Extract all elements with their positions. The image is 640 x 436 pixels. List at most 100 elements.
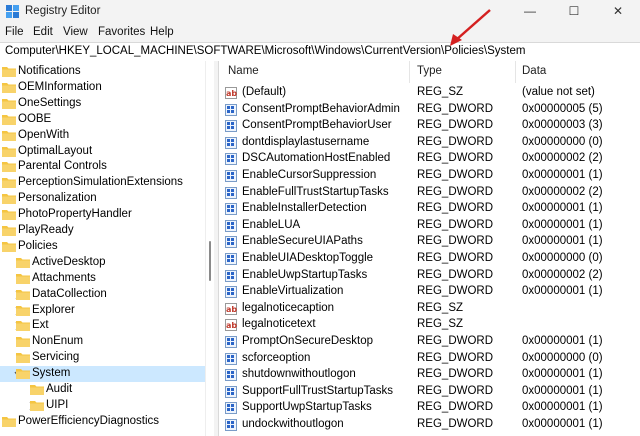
folder-icon — [2, 130, 16, 141]
close-button[interactable]: ✕ — [596, 0, 640, 22]
value-row[interactable]: SupportFullTrustStartupTasks REG_DWORD 0x0… — [219, 384, 640, 401]
binary-value-icon — [225, 136, 237, 149]
tree-item-label: Servicing — [32, 351, 80, 364]
value-row[interactable]: EnableUwpStartupTasks REG_DWORD 0x00000002… — [219, 268, 640, 285]
tree-item-label: OEMInformation — [18, 80, 102, 93]
value-name: SupportUwpStartupTasks — [242, 401, 372, 414]
tree-item[interactable]: Parental Controls — [0, 159, 205, 175]
menu-file[interactable]: File — [5, 26, 24, 38]
menu-edit[interactable]: Edit — [33, 26, 53, 38]
column-data[interactable]: Data — [522, 65, 546, 77]
column-name[interactable]: Name — [228, 65, 259, 77]
tree-item-label: NonEnum — [32, 335, 84, 348]
value-type: REG_DWORD — [417, 285, 494, 298]
folder-icon — [16, 257, 30, 268]
tree-item[interactable]: Servicing — [0, 350, 205, 366]
value-type: REG_SZ — [417, 318, 464, 331]
key-tree[interactable]: Notifications OEMInformation OneSettings OO… — [0, 61, 205, 436]
value-data: 0x00000001 (1) — [522, 384, 603, 397]
address-bar[interactable]: Computer\HKEY_LOCAL_MACHINE\SOFTWARE\Mic… — [0, 42, 640, 62]
value-row[interactable]: PromptOnSecureDesktop REG_DWORD 0x00000001… — [219, 334, 640, 351]
value-row[interactable]: ConsentPromptBehaviorUser REG_DWORD 0x0000… — [219, 118, 640, 135]
tree-item-label: PerceptionSimulationExtensions — [18, 176, 183, 189]
value-row[interactable]: EnableVirtualization REG_DWORD 0x00000001 … — [219, 284, 640, 301]
value-name: legalnoticetext — [242, 318, 316, 331]
value-data: 0x00000001 (1) — [522, 285, 603, 298]
value-row[interactable]: shutdownwithoutlogon REG_DWORD 0x00000001 … — [219, 367, 640, 384]
column-separator[interactable] — [409, 61, 410, 83]
tree-item[interactable]: NonEnum — [0, 334, 205, 350]
tree-item-label: Policies — [18, 239, 58, 252]
value-row[interactable]: SupportUwpStartupTasks REG_DWORD 0x0000000… — [219, 400, 640, 417]
binary-value-icon — [225, 269, 237, 282]
value-row[interactable]: EnableInstallerDetection REG_DWORD 0x00000… — [219, 201, 640, 218]
tree-item[interactable]: Personalization — [0, 191, 205, 207]
value-row[interactable]: EnableLUA REG_DWORD 0x00000001 (1) — [219, 218, 640, 235]
tree-item[interactable]: Attachments — [0, 271, 205, 287]
tree-item[interactable]: OneSettings — [0, 96, 205, 112]
value-data: 0x00000000 (0) — [522, 351, 603, 364]
tree-scrollbar-thumb[interactable] — [209, 241, 211, 281]
tree-item[interactable]: ActiveDesktop — [0, 255, 205, 271]
column-type[interactable]: Type — [417, 65, 442, 77]
tree-item-label: Notifications — [18, 65, 81, 77]
tree-item[interactable]: PerceptionSimulationExtensions — [0, 175, 205, 191]
value-row[interactable]: ab legalnoticetext REG_SZ — [219, 317, 640, 334]
tree-item[interactable]: Ext — [0, 318, 205, 334]
title-bar: Registry Editor — ☐ ✕ — [0, 0, 640, 24]
tree-item[interactable]: OpenWith — [0, 128, 205, 144]
tree-item-label: OpenWith — [18, 128, 70, 141]
value-row[interactable]: dontdisplaylastusername REG_DWORD 0x000000… — [219, 135, 640, 152]
value-data: 0x00000002 (2) — [522, 152, 603, 165]
menu-favorites[interactable]: Favorites — [98, 26, 145, 38]
maximize-button[interactable]: ☐ — [552, 0, 596, 22]
value-row[interactable]: scforceoption REG_DWORD 0x00000000 (0) — [219, 351, 640, 368]
value-type: REG_DWORD — [417, 202, 494, 215]
value-row[interactable]: DSCAutomationHostEnabled REG_DWORD 0x00000… — [219, 151, 640, 168]
tree-item[interactable]: OEMInformation — [0, 80, 205, 96]
tree-item[interactable]: System — [0, 366, 205, 383]
values-list[interactable]: Name Type Data ab (Default) REG_SZ (value n… — [218, 61, 640, 436]
tree-item[interactable]: DataCollection — [0, 287, 205, 303]
tree-item[interactable]: UIPI — [0, 398, 205, 414]
tree-item[interactable]: PhotoPropertyHandler — [0, 207, 205, 223]
tree-item[interactable]: Policies — [0, 239, 205, 255]
tree-item[interactable]: Explorer — [0, 303, 205, 319]
folder-icon — [2, 114, 16, 125]
binary-value-icon — [225, 402, 237, 415]
tree-item[interactable]: PowerEfficiencyDiagnostics — [0, 414, 205, 430]
value-data: 0x00000001 (1) — [522, 218, 603, 231]
value-type: REG_DWORD — [417, 401, 494, 414]
tree-item[interactable]: Audit — [0, 382, 205, 398]
value-name: EnableUIADesktopToggle — [242, 252, 374, 264]
value-row[interactable]: undockwithoutlogon REG_DWORD 0x00000001 (1… — [219, 417, 640, 434]
value-row[interactable]: EnableFullTrustStartupTasks REG_DWORD 0x00… — [219, 185, 640, 202]
column-separator[interactable] — [515, 61, 516, 83]
tree-item[interactable]: PlayReady — [0, 223, 205, 239]
menu-bar: File Edit View Favorites Help — [0, 24, 640, 42]
value-name: DSCAutomationHostEnabled — [242, 152, 391, 165]
value-row[interactable]: EnableCursorSuppression REG_DWORD 0x000000… — [219, 168, 640, 185]
value-row[interactable]: ab legalnoticecaption REG_SZ — [219, 301, 640, 318]
folder-open-icon — [16, 369, 30, 380]
tree-item[interactable]: OOBE — [0, 112, 205, 128]
value-row[interactable]: EnableSecureUIAPaths REG_DWORD 0x00000001 … — [219, 234, 640, 251]
value-row[interactable]: ab (Default) REG_SZ (value not set) — [219, 85, 640, 102]
value-row[interactable]: EnableUIADesktopToggle REG_DWORD 0x0000000… — [219, 251, 640, 268]
value-row[interactable]: ConsentPromptBehaviorAdmin REG_DWORD 0x000… — [219, 102, 640, 119]
string-value-icon: ab — [225, 319, 237, 332]
folder-icon — [16, 353, 30, 364]
menu-view[interactable]: View — [63, 26, 88, 38]
value-type: REG_DWORD — [417, 384, 494, 397]
binary-value-icon — [225, 286, 237, 299]
tree-item[interactable]: OptimalLayout — [0, 144, 205, 160]
minimize-button[interactable]: — — [508, 0, 552, 22]
menu-help[interactable]: Help — [150, 26, 174, 38]
value-data: 0x00000001 (1) — [522, 418, 603, 430]
tree-item-label: Personalization — [18, 192, 97, 205]
tree-item[interactable]: Notifications — [0, 64, 205, 80]
value-data: 0x00000001 (1) — [522, 235, 603, 248]
folder-icon — [2, 241, 16, 252]
value-type: REG_DWORD — [417, 119, 494, 132]
folder-icon — [2, 162, 16, 173]
